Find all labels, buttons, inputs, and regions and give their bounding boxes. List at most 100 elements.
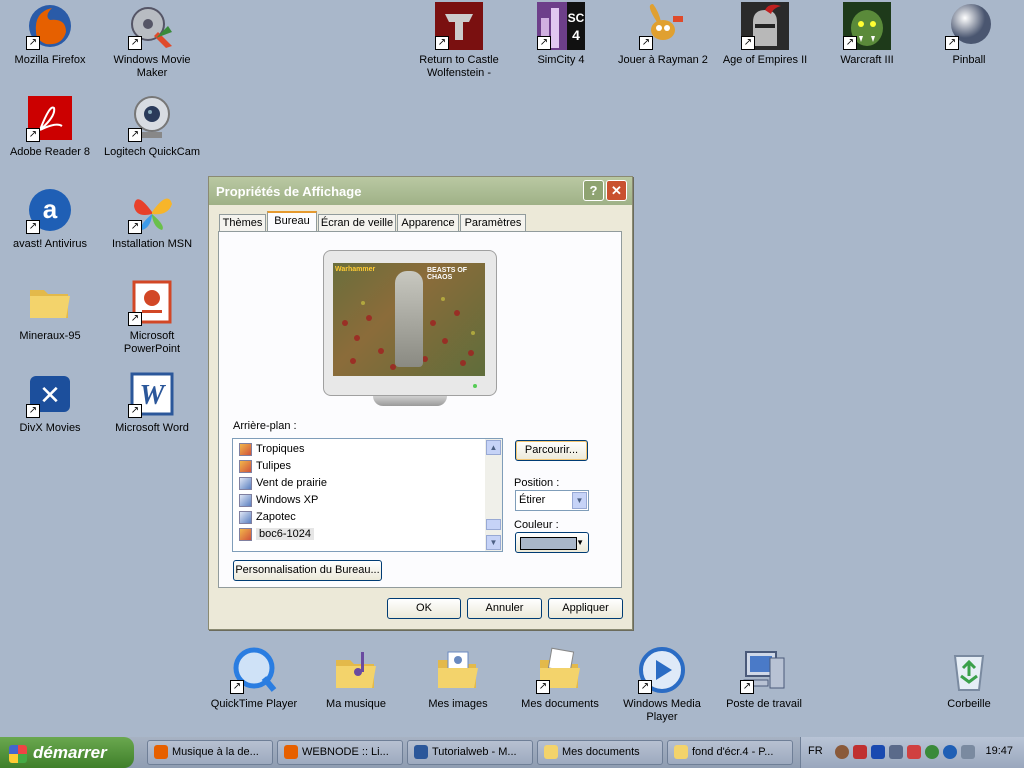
scroll-thumb[interactable] (486, 519, 501, 530)
list-item-selected[interactable]: boc6-1024 (239, 526, 314, 543)
task-button[interactable]: Musique à la de... (147, 740, 273, 765)
list-item[interactable]: Tulipes (239, 458, 291, 475)
volume-icon[interactable] (889, 745, 903, 759)
desktop-icon-msn[interactable]: ↗ Installation MSN (102, 186, 202, 251)
task-button[interactable]: Tutorialweb - M... (407, 740, 533, 765)
svg-text:4: 4 (572, 27, 580, 43)
firefox-icon (284, 745, 298, 760)
position-label: Position : (514, 477, 560, 489)
desktop-icon-label: Ma musique (326, 698, 386, 710)
tab-settings[interactable]: Paramètres (460, 214, 526, 232)
scroll-up-icon[interactable]: ▲ (486, 440, 501, 455)
list-scrollbar[interactable]: ▲ ▼ (485, 439, 502, 551)
desktop-icon-rayman[interactable]: ↗ Jouer à Rayman 2 (613, 2, 713, 67)
help-button[interactable]: ? (583, 180, 604, 201)
desktop-icon-powerpoint[interactable]: ↗ Microsoft PowerPoint (102, 278, 202, 356)
desktop-icon-label: Logitech QuickCam (104, 146, 200, 158)
network-icon[interactable] (853, 745, 867, 759)
desktop-icon-avast[interactable]: a ↗ avast! Antivirus (0, 186, 100, 251)
update-icon[interactable] (961, 745, 975, 759)
desktop-icon-label: Mozilla Firefox (14, 54, 86, 66)
clock[interactable]: 19:47 (985, 745, 1013, 757)
tab-screensaver[interactable]: Écran de veille (318, 214, 396, 232)
tab-themes[interactable]: Thèmes (219, 214, 266, 232)
chevron-down-icon[interactable]: ▼ (572, 492, 587, 509)
scroll-down-icon[interactable]: ▼ (486, 535, 501, 550)
desktop-icon-simcity[interactable]: SC 4 ↗ SimCity 4 (511, 2, 611, 67)
bitmap-file-icon (239, 510, 252, 524)
browse-button[interactable]: Parcourir... (515, 440, 588, 461)
desktop-icon-my-documents[interactable]: ↗ Mes documents (510, 646, 610, 711)
language-indicator[interactable]: FR (808, 745, 823, 757)
tab-desktop[interactable]: Bureau (267, 211, 317, 233)
desktop-icon-movie-maker[interactable]: ↗ Windows Movie Maker (102, 2, 202, 80)
desktop-icon-label: Windows Movie Maker (113, 54, 191, 79)
dialog-title: Propriétés de Affichage (216, 184, 362, 199)
image-file-icon (239, 459, 252, 473)
desktop-icon-my-pictures[interactable]: Mes images (408, 646, 508, 711)
close-button[interactable]: ✕ (606, 180, 627, 201)
desktop-icon-age-of-empires[interactable]: ↗ Age of Empires II (715, 2, 815, 67)
system-tray: FR 19:47 (800, 737, 1024, 768)
knight-helmet-icon: ↗ (741, 2, 789, 50)
desktop-icon-pinball[interactable]: ↗ Pinball (919, 2, 1019, 67)
desktop-icon-adobe-reader[interactable]: ↗ Adobe Reader 8 (0, 94, 100, 159)
apply-button[interactable]: Appliquer (548, 598, 623, 619)
media-icon[interactable] (871, 745, 885, 759)
pictures-folder-icon (434, 646, 482, 694)
simcity-icon: SC 4 ↗ (537, 2, 585, 50)
desktop-icon-label: Poste de travail (726, 698, 802, 710)
msn-icon[interactable] (925, 745, 939, 759)
list-item[interactable]: Zapotec (239, 509, 296, 526)
msn-butterfly-icon: ↗ (128, 186, 176, 234)
avast-icon: a ↗ (26, 186, 74, 234)
desktop-icon-my-music[interactable]: Ma musique (306, 646, 406, 711)
desktop-icon-my-computer[interactable]: ↗ Poste de travail (714, 646, 814, 711)
desktop-icon-label: Jouer à Rayman 2 (618, 54, 708, 66)
desktop-icon-label: SimCity 4 (537, 54, 585, 66)
customize-desktop-button[interactable]: Personnalisation du Bureau... (233, 560, 382, 581)
cancel-button[interactable]: Annuler (467, 598, 542, 619)
windows-logo-icon (9, 744, 27, 763)
security-icon[interactable] (907, 745, 921, 759)
desktop-icon-label: QuickTime Player (210, 698, 298, 710)
pinball-icon: ↗ (945, 2, 993, 50)
ok-button[interactable]: OK (387, 598, 461, 619)
desktop-icon-label: Return to Castle Wolfenstein - (419, 54, 499, 79)
desktop-icon-word[interactable]: W ↗ Microsoft Word (102, 370, 202, 435)
desktop-icon-label: DivX Movies (19, 422, 81, 434)
list-item[interactable]: Windows XP (239, 492, 318, 509)
list-item[interactable]: Vent de prairie (239, 475, 327, 492)
position-select[interactable]: Étirer ▼ (515, 490, 589, 511)
task-button[interactable]: fond d'écr.4 - P... (667, 740, 793, 765)
tray-expand-icon[interactable] (835, 745, 849, 759)
background-list[interactable]: Tropiques Tulipes Vent de prairie Window… (232, 438, 503, 552)
desktop-icon-mineraux[interactable]: Mineraux-95 (0, 278, 100, 343)
desktop-icon-wolfenstein[interactable]: ↗ Return to Castle Wolfenstein - (409, 2, 509, 80)
desktop-icon-divx[interactable]: ✕ ↗ DivX Movies (0, 370, 100, 435)
desktop-icon-quicktime[interactable]: ↗ QuickTime Player (204, 646, 304, 711)
desktop-icon-media-player[interactable]: ↗ Windows Media Player (612, 646, 712, 724)
desktop-icon-label: Microsoft PowerPoint (123, 330, 181, 355)
desktop-icon-quickcam[interactable]: ↗ Logitech QuickCam (102, 94, 202, 159)
list-item[interactable]: Tropiques (239, 441, 305, 458)
avast-icon[interactable] (943, 745, 957, 759)
task-button[interactable]: WEBNODE :: Li... (277, 740, 403, 765)
adobe-reader-icon: ↗ (26, 94, 74, 142)
dialog-titlebar[interactable]: Propriétés de Affichage ? ✕ (209, 177, 632, 205)
powerpoint-icon: ↗ (128, 278, 176, 326)
media-player-icon: ↗ (638, 646, 686, 694)
desktop-icon-warcraft[interactable]: ↗ Warcraft III (817, 2, 917, 67)
task-button[interactable]: Mes documents (537, 740, 663, 765)
monitor-preview: Warhammer BEASTS OF CHAOS (323, 250, 497, 406)
wolfenstein-icon: ↗ (435, 2, 483, 50)
orc-icon: ↗ (843, 2, 891, 50)
documents-folder-icon: ↗ (536, 646, 584, 694)
start-button[interactable]: démarrer (0, 737, 134, 768)
desktop-icon-firefox[interactable]: ↗ Mozilla Firefox (0, 2, 100, 67)
folder-icon (26, 278, 74, 326)
color-picker-button[interactable]: ▼ (515, 532, 589, 553)
firefox-icon: ↗ (26, 2, 74, 50)
tab-appearance[interactable]: Apparence (397, 214, 459, 232)
desktop-icon-recycle-bin[interactable]: Corbeille (919, 646, 1019, 711)
